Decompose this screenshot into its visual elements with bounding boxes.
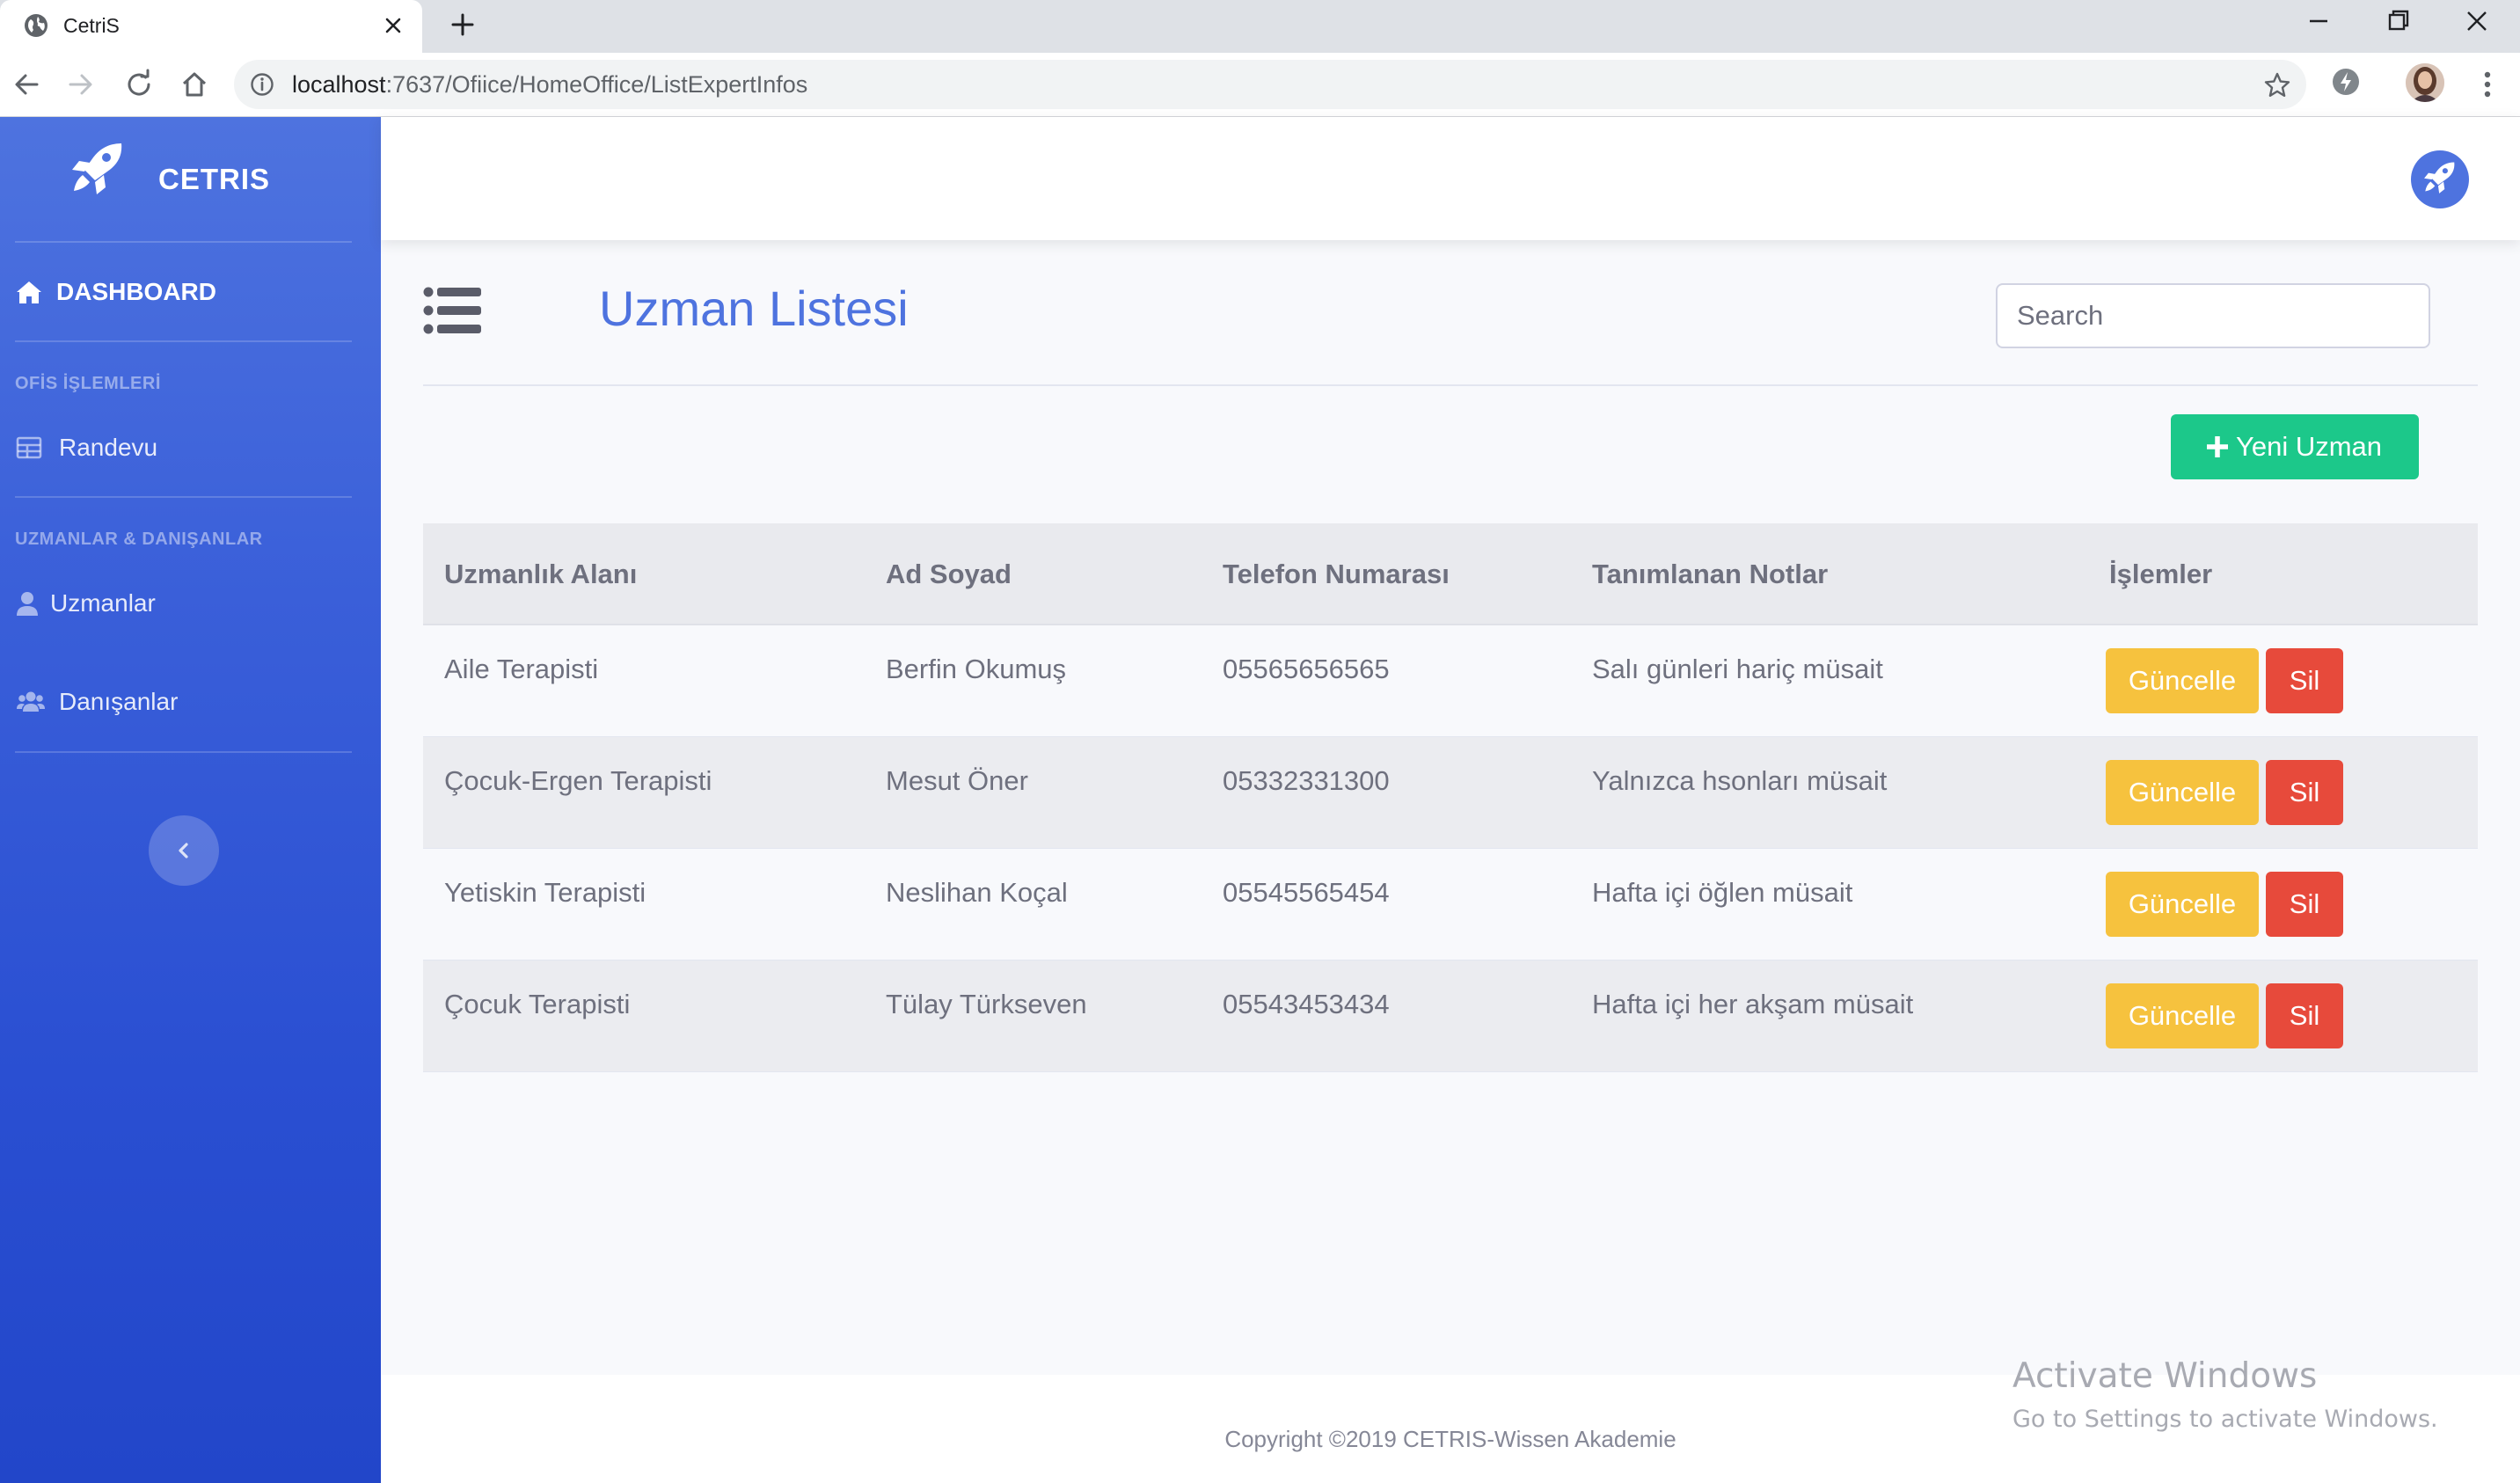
url-text: localhost:7637/Ofiice/HomeOffice/ListExp…: [292, 71, 807, 98]
table-header-row: Uzmanlık Alanı Ad Soyad Telefon Numarası…: [423, 523, 2478, 625]
back-arrow-icon[interactable]: [9, 67, 44, 102]
activation-watermark-subtitle: Go to Settings to activate Windows.: [2012, 1406, 2438, 1433]
browser-tab-strip: CetriS: [0, 0, 2520, 53]
cell-phone: 05565656565: [1223, 654, 1390, 684]
delete-button[interactable]: Sil: [2266, 872, 2343, 937]
delete-button[interactable]: Sil: [2266, 760, 2343, 825]
search-input[interactable]: [1996, 283, 2430, 348]
globe-icon: [25, 14, 47, 37]
sidebar-item-label: DASHBOARD: [56, 278, 216, 305]
topbar: [381, 117, 2520, 240]
sidebar-item-clients[interactable]: Danışanlar: [15, 676, 367, 728]
browser-toolbar: localhost:7637/Ofiice/HomeOffice/ListExp…: [0, 53, 2520, 117]
table-icon: [16, 436, 42, 459]
tab-title: CetriS: [63, 14, 120, 37]
cell-phone: 05332331300: [1223, 765, 1390, 796]
update-button[interactable]: Güncelle: [2106, 760, 2259, 825]
restore-icon[interactable]: [2375, 4, 2421, 39]
sidebar-toggle-button[interactable]: [149, 815, 219, 886]
rocket-icon: [2424, 162, 2455, 194]
sidebar-item-label: Danışanlar: [59, 688, 179, 715]
sidebar-item-label: Randevu: [59, 434, 158, 461]
forward-arrow-icon[interactable]: [63, 67, 99, 102]
close-icon[interactable]: [378, 11, 408, 40]
table-row: Çocuk-Ergen Terapisti Mesut Öner 0533233…: [423, 737, 2478, 849]
sidebar-item-appointment[interactable]: Randevu: [15, 421, 367, 474]
extension-bolt-icon[interactable]: [2329, 65, 2363, 99]
sidebar-divider: [15, 496, 352, 498]
add-expert-button[interactable]: Yeni Uzman: [2171, 414, 2419, 479]
user-icon: [17, 592, 38, 616]
list-menu-icon[interactable]: [423, 286, 481, 335]
sidebar: CETRIS DASHBOARD OFİS İŞLEMLERİ Randevu …: [0, 117, 381, 1483]
activation-watermark-title: Activate Windows: [2012, 1356, 2318, 1396]
cell-notes: Hafta içi öğlen müsait: [1592, 877, 1853, 908]
profile-avatar[interactable]: [2406, 63, 2444, 102]
cell-name: Mesut Öner: [886, 765, 1028, 796]
home-icon: [17, 281, 41, 303]
experts-table: Uzmanlık Alanı Ad Soyad Telefon Numarası…: [423, 523, 2478, 1072]
cell-name: Berfin Okumuş: [886, 654, 1067, 684]
cell-notes: Yalnızca hsonları müsait: [1592, 765, 1888, 796]
rocket-logo-icon[interactable]: [70, 140, 128, 203]
home-icon[interactable]: [177, 67, 212, 102]
update-button[interactable]: Güncelle: [2106, 872, 2259, 937]
column-header-phone: Telefon Numarası: [1223, 559, 1450, 589]
add-expert-label: Yeni Uzman: [2236, 431, 2383, 462]
sidebar-divider: [15, 751, 352, 753]
window-close-icon[interactable]: [2454, 4, 2500, 39]
cell-phone: 05543453434: [1223, 989, 1390, 1019]
cell-specialty: Yetiskin Terapisti: [444, 877, 646, 908]
bookmark-star-icon[interactable]: [2262, 70, 2292, 100]
sidebar-item-dashboard[interactable]: DASHBOARD: [15, 266, 367, 318]
update-button[interactable]: Güncelle: [2106, 983, 2259, 1048]
cell-name: Neslihan Koçal: [886, 877, 1068, 908]
column-header-specialty: Uzmanlık Alanı: [444, 559, 638, 589]
content-divider: [423, 384, 2478, 386]
cell-specialty: Çocuk-Ergen Terapisti: [444, 765, 712, 796]
delete-button[interactable]: Sil: [2266, 983, 2343, 1048]
main-content: Uzman Listesi Yeni Uzman Uzmanlık Alanı …: [381, 240, 2520, 1375]
cell-notes: Salı günleri hariç müsait: [1592, 654, 1883, 684]
minimize-icon[interactable]: [2296, 4, 2341, 39]
cell-phone: 05545565454: [1223, 877, 1390, 908]
column-header-name: Ad Soyad: [886, 559, 1012, 589]
sidebar-heading-office: OFİS İŞLEMLERİ: [15, 374, 161, 393]
address-bar[interactable]: localhost:7637/Ofiice/HomeOffice/ListExp…: [234, 60, 2306, 109]
cell-name: Tülay Türkseven: [886, 989, 1087, 1019]
user-avatar[interactable]: [2411, 150, 2469, 208]
reload-icon[interactable]: [121, 67, 157, 102]
table-row: Aile Terapisti Berfin Okumuş 05565656565…: [423, 625, 2478, 737]
sidebar-item-label: Uzmanlar: [50, 589, 156, 617]
cell-specialty: Aile Terapisti: [444, 654, 599, 684]
profile-photo-icon: [2406, 63, 2444, 102]
sidebar-item-experts[interactable]: Uzmanlar: [15, 577, 367, 630]
table-row: Yetiskin Terapisti Neslihan Koçal 055455…: [423, 849, 2478, 961]
url-path: :7637/Ofiice/HomeOffice/ListExpertInfos: [385, 71, 808, 98]
new-tab-plus-icon[interactable]: [445, 7, 480, 42]
cell-notes: Hafta içi her akşam müsait: [1592, 989, 1914, 1019]
sidebar-divider: [15, 340, 352, 342]
users-icon: [17, 691, 45, 712]
column-header-notes: Tanımlanan Notlar: [1592, 559, 1829, 589]
update-button[interactable]: Güncelle: [2106, 648, 2259, 713]
browser-menu-icon[interactable]: [2470, 67, 2505, 102]
info-icon[interactable]: [250, 72, 274, 97]
table-row: Çocuk Terapisti Tülay Türkseven 05543453…: [423, 961, 2478, 1072]
url-host: localhost: [292, 71, 386, 98]
page-title: Uzman Listesi: [599, 281, 909, 336]
brand-name[interactable]: CETRIS: [158, 163, 270, 196]
plus-icon: [2207, 436, 2228, 457]
chevron-left-icon: [179, 843, 188, 858]
column-header-actions: İşlemler: [2109, 559, 2213, 589]
browser-tab[interactable]: CetriS: [0, 0, 422, 53]
delete-button[interactable]: Sil: [2266, 648, 2343, 713]
sidebar-heading-people: UZMANLAR & DANIŞANLAR: [15, 530, 263, 549]
cell-specialty: Çocuk Terapisti: [444, 989, 631, 1019]
sidebar-divider: [15, 241, 352, 243]
